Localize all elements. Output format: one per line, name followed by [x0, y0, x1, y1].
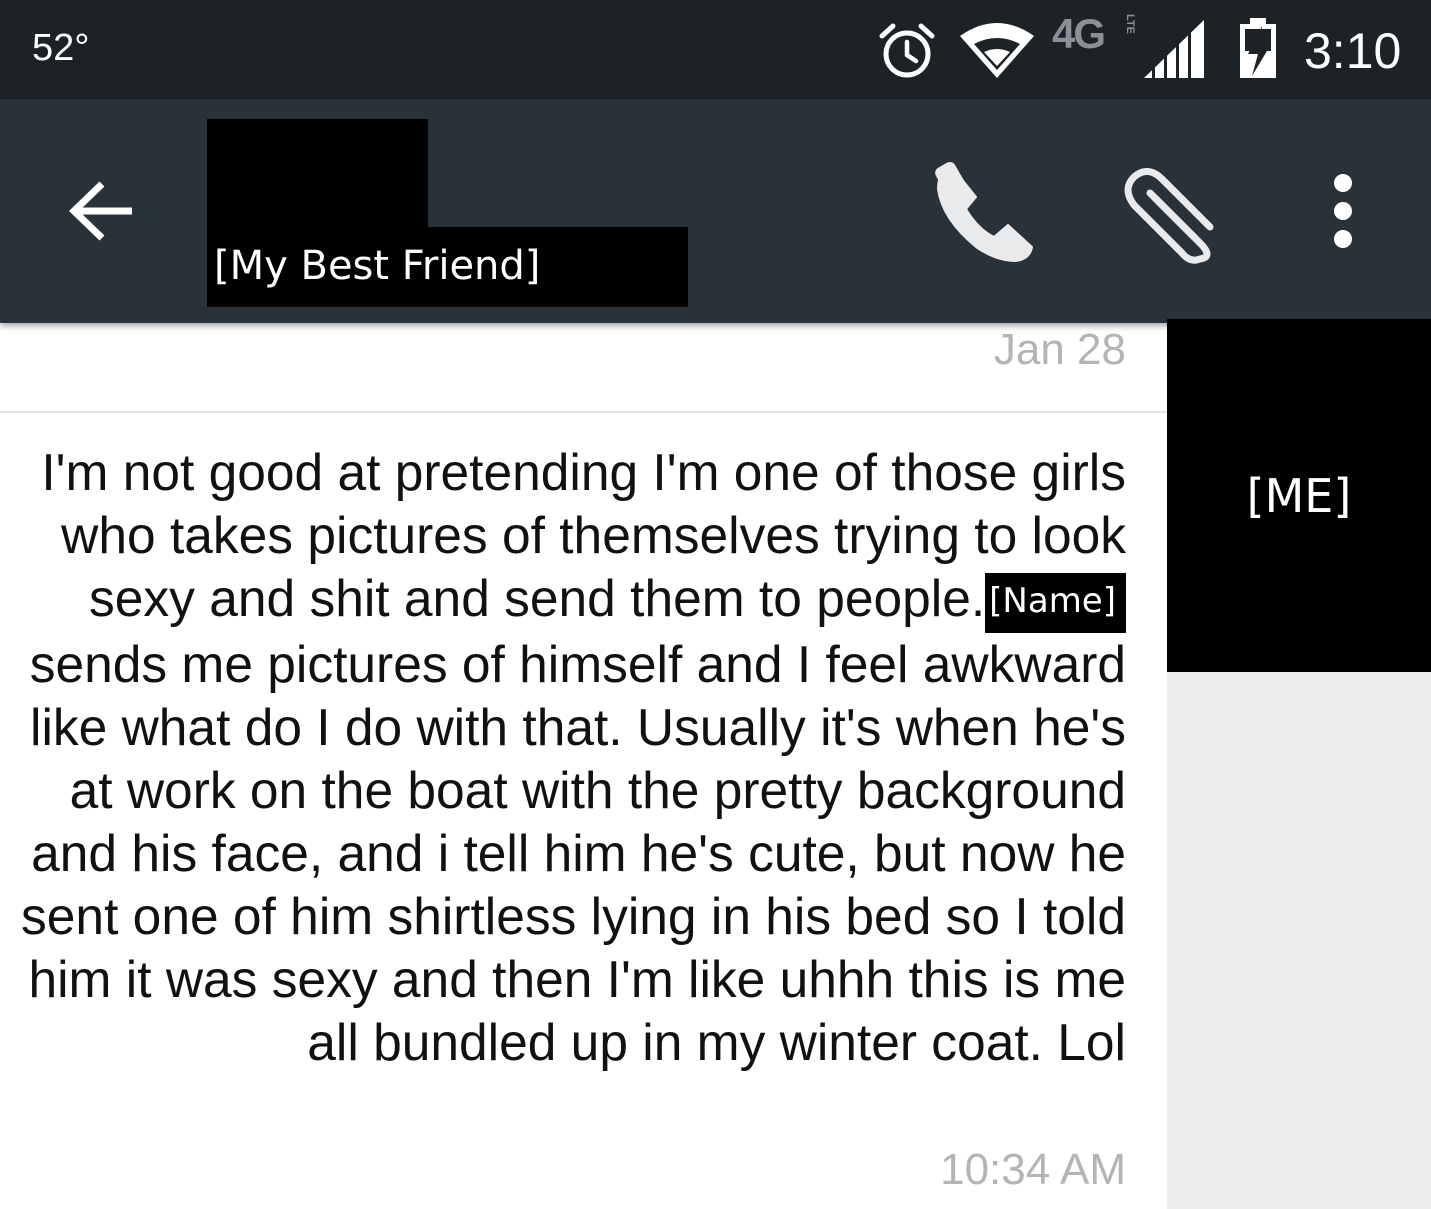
message-bubble[interactable]: I'm not good at pretending I'm one of th…	[16, 441, 1126, 1074]
date-label: Jan 28	[993, 325, 1126, 374]
back-button[interactable]	[62, 171, 142, 251]
date-divider: Jan 28	[0, 323, 1167, 413]
redacted-name: [Name]	[985, 573, 1126, 633]
overflow-menu-icon	[1334, 174, 1352, 248]
back-arrow-icon	[68, 181, 132, 241]
call-button[interactable]	[930, 159, 1040, 269]
temperature-label: 52°	[32, 27, 90, 69]
self-avatar-label: [ME]	[1246, 469, 1352, 523]
redaction-box	[207, 119, 428, 229]
lte-label: LTE	[1124, 14, 1136, 34]
status-bar: 52° 4G LTE 3:10	[0, 0, 1431, 99]
wifi-icon	[960, 23, 1034, 78]
paperclip-icon	[1124, 168, 1214, 264]
attach-button[interactable]	[1120, 159, 1230, 269]
message-timestamp: 10:34 AM	[940, 1145, 1126, 1194]
message-list[interactable]: Jan 28 I'm not good at pretending I'm on…	[0, 323, 1167, 1209]
message-text: sends me pictures of himself and I feel …	[21, 635, 1126, 1071]
message-text: I'm not good at pretending I'm one of th…	[41, 443, 1126, 627]
battery-charging-icon	[1240, 18, 1276, 78]
phone-icon	[935, 161, 1033, 262]
contact-name[interactable]: [My Best Friend]	[214, 243, 540, 289]
alarm-icon	[879, 23, 935, 78]
overflow-menu-button[interactable]	[1318, 171, 1368, 251]
cell-signal-icon	[1144, 20, 1204, 80]
conversation-toolbar: [My Best Friend]	[0, 99, 1431, 323]
status-clock: 3:10	[1304, 23, 1402, 79]
network-type-label: 4G	[1052, 10, 1106, 57]
self-avatar: [ME]	[1167, 319, 1431, 672]
